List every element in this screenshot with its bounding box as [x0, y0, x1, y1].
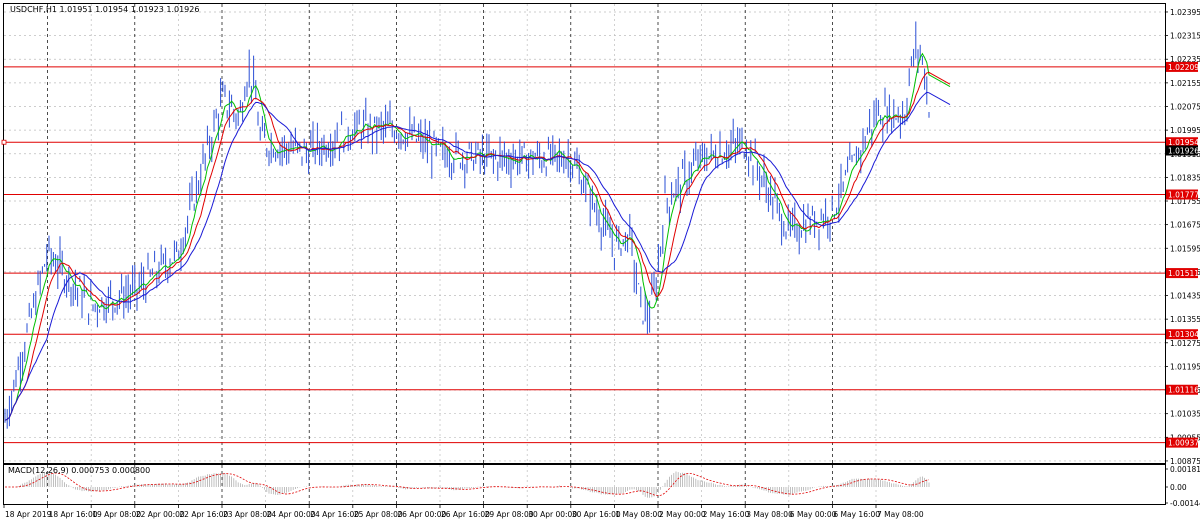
time-label: 19 Apr 08:00: [92, 510, 141, 519]
level-badge-label: 1.00937: [1168, 439, 1199, 448]
price-tick-label: 1.02075: [1170, 102, 1200, 111]
level-badge-label: 1.01777: [1168, 191, 1199, 200]
grid: [4, 4, 1165, 504]
time-label: 7 May 08:00: [877, 510, 924, 519]
price-tick-label: 1.02155: [1170, 79, 1200, 88]
price-tick-label: 1.01355: [1170, 315, 1200, 324]
horizontal-levels[interactable]: [1, 66, 1165, 444]
ma-fast-line: [4, 52, 951, 421]
macd-indicator: [5, 471, 930, 498]
time-label: 1 May 08:00: [615, 510, 662, 519]
moving-averages: [4, 52, 951, 421]
time-axis: 18 Apr 201918 Apr 16:0019 Apr 08:0022 Ap…: [3, 505, 924, 519]
macd-tick-label: 0.001816: [1170, 465, 1200, 474]
main-pane-border: [3, 3, 1166, 464]
price-tick-label: 1.01275: [1170, 339, 1200, 348]
price-tick-label: 1.01595: [1170, 244, 1200, 253]
level-badge-label: 1.01511: [1168, 269, 1199, 278]
ma-mid-line: [4, 71, 951, 421]
time-label: 26 Apr 16:00: [441, 510, 490, 519]
time-label: 25 Apr 08:00: [354, 510, 403, 519]
time-label: 30 Apr 16:00: [572, 510, 621, 519]
time-label: 6 May 00:00: [790, 510, 837, 519]
level-price-badges: 1.022091.019541.017771.015111.013041.011…: [1166, 61, 1199, 448]
price-tick-label: 1.01435: [1170, 292, 1200, 301]
level-badge-label: 1.01116: [1168, 386, 1199, 395]
price-chart[interactable]: 1.023951.023151.022351.021551.020751.019…: [0, 0, 1200, 523]
level-badge-label: 1.02209: [1168, 63, 1199, 72]
symbol-info: USDCHF,H1 1.01951 1.01954 1.01923 1.0192…: [10, 5, 199, 14]
time-label: 22 Apr 16:00: [179, 510, 228, 519]
time-label: 24 Apr 16:00: [310, 510, 359, 519]
level-badge-label: 1.01304: [1168, 330, 1199, 339]
price-tick-label: 1.01195: [1170, 362, 1200, 371]
time-label: 22 Apr 00:00: [136, 510, 185, 519]
time-label: 30 Apr 00:00: [528, 510, 577, 519]
macd-axis: 0.001816 0.00 -0.001448: [1165, 465, 1200, 508]
price-tick-label: 1.01835: [1170, 173, 1200, 182]
time-label: 2 May 16:00: [703, 510, 750, 519]
macd-label: MACD(12,26,9) 0.000753 0.000800: [8, 466, 150, 475]
price-tick-label: 1.02395: [1170, 8, 1200, 17]
price-tick-label: 1.01035: [1170, 410, 1200, 419]
chart-window[interactable]: 1.02395 1.02315 1.02235 1.02155 1.02075 1.019…: [0, 0, 1200, 523]
price-tick-label: 1.02315: [1170, 32, 1200, 41]
macd-tick-label: 0.00: [1170, 483, 1187, 492]
ma-slow-line: [4, 91, 951, 421]
time-label: 24 Apr 00:00: [267, 510, 316, 519]
level-handle: [1, 139, 7, 145]
price-axis: 1.023951.023151.022351.021551.020751.019…: [1165, 8, 1200, 466]
price-tick-label: 1.01995: [1170, 126, 1200, 135]
time-label: 18 Apr 16:00: [49, 510, 98, 519]
macd-tick-label: -0.001448: [1170, 499, 1200, 508]
time-label: 18 Apr 2019: [5, 510, 52, 519]
time-label: 6 May 16:00: [833, 510, 880, 519]
time-label: 23 Apr 08:00: [223, 510, 272, 519]
time-label: 2 May 00:00: [659, 510, 706, 519]
macd-pane-border: [3, 464, 1166, 505]
time-label: 3 May 08:00: [746, 510, 793, 519]
time-label: 26 Apr 00:00: [397, 510, 446, 519]
current-price-label: 1.01926: [1168, 147, 1199, 156]
time-label: 29 Apr 08:00: [485, 510, 534, 519]
price-tick-label: 1.01675: [1170, 221, 1200, 230]
